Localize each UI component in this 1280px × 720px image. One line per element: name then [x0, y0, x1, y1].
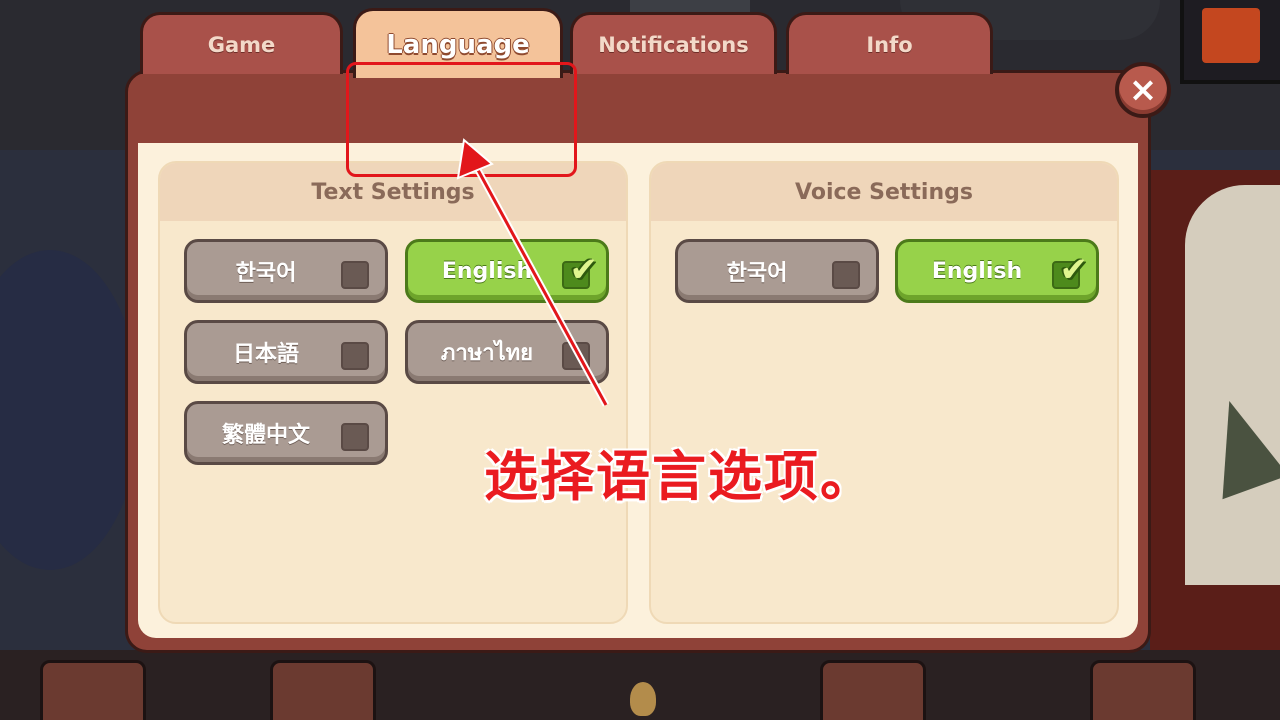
- checkbox-icon: [341, 423, 369, 451]
- close-button[interactable]: ×: [1115, 62, 1171, 118]
- text-language-english-button[interactable]: English ✔: [405, 239, 609, 303]
- background-stool: [40, 660, 146, 720]
- language-label: 繁體中文: [221, 423, 310, 448]
- checkmark-icon: ✔: [1059, 250, 1089, 290]
- background-window: [1180, 0, 1280, 84]
- checkbox-icon: [341, 261, 369, 289]
- language-label: 한국어: [726, 261, 788, 286]
- text-language-thai-button[interactable]: ภาษาไทย: [405, 320, 609, 384]
- background-curtain: [1185, 185, 1280, 585]
- checkbox-icon: [341, 342, 369, 370]
- text-language-traditional-chinese-button[interactable]: 繁體中文: [184, 401, 388, 465]
- text-language-korean-button[interactable]: 한국어: [184, 239, 388, 303]
- close-icon: ×: [1128, 70, 1158, 110]
- voice-language-korean-button[interactable]: 한국어: [675, 239, 879, 303]
- tab-info[interactable]: Info: [786, 12, 993, 74]
- text-language-japanese-button[interactable]: 日本語: [184, 320, 388, 384]
- voice-settings-section: Voice Settings: [649, 161, 1119, 624]
- checkmark-icon: ✔: [569, 250, 599, 290]
- language-label: 日本語: [232, 342, 299, 367]
- background-stool: [1090, 660, 1196, 720]
- background-stool: [820, 660, 926, 720]
- tab-highlight-box: [346, 62, 577, 177]
- tab-notifications[interactable]: Notifications: [570, 12, 777, 74]
- checkbox-icon: [562, 342, 590, 370]
- language-label: 한국어: [235, 261, 297, 286]
- text-settings-section: Text Settings: [158, 161, 628, 624]
- voice-settings-title: Voice Settings: [651, 163, 1117, 221]
- voice-language-english-button[interactable]: English ✔: [895, 239, 1099, 303]
- language-label: English: [931, 258, 1023, 284]
- checkbox-icon: [832, 261, 860, 289]
- language-label: ภาษาไทย: [440, 340, 534, 366]
- language-label: English: [441, 258, 533, 284]
- tab-game[interactable]: Game: [140, 12, 343, 74]
- background-stool: [270, 660, 376, 720]
- annotation-caption: 选择语言选项。: [484, 445, 876, 508]
- background-candle-flame: [630, 682, 656, 716]
